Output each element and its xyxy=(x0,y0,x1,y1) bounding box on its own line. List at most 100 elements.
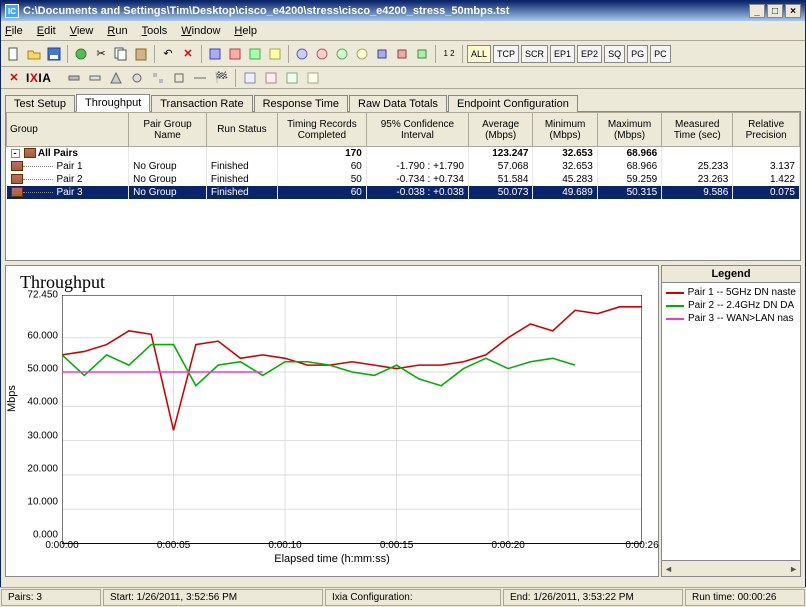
main-toolbar: ✂ ↶ ✕ 1 2 ALL TCP SCR EP1 EP2 SQ PG PC xyxy=(1,41,805,67)
status-end: End: 1/26/2011, 3:53:22 PM xyxy=(503,589,683,606)
col-header[interactable]: Timing Records Completed xyxy=(277,113,366,147)
tb2-icon-7[interactable] xyxy=(191,69,209,87)
paste-icon[interactable] xyxy=(132,45,150,63)
status-config: Ixia Configuration: xyxy=(325,589,501,606)
minimize-button[interactable]: _ xyxy=(749,4,765,18)
tb2-icon-5[interactable] xyxy=(149,69,167,87)
menu-tools[interactable]: Tools xyxy=(142,25,168,37)
table-row[interactable]: Pair 2No GroupFinished50-0.734 : +0.7345… xyxy=(7,173,800,186)
delete-icon[interactable]: ✕ xyxy=(179,45,197,63)
x-tick: 0:00:10 xyxy=(268,540,301,551)
run-icon[interactable] xyxy=(72,45,90,63)
tool-icon-6[interactable] xyxy=(313,45,331,63)
status-start: Start: 1/26/2011, 3:52:56 PM xyxy=(103,589,323,606)
legend-panel: Legend Pair 1 -- 5GHz DN naste Pair 2 -- … xyxy=(661,265,801,577)
legend-item[interactable]: Pair 1 -- 5GHz DN naste xyxy=(666,287,796,298)
maximize-button[interactable]: □ xyxy=(767,4,783,18)
x-tick: 0:00:26 xyxy=(625,540,658,551)
legend-item[interactable]: Pair 2 -- 2.4GHz DN DA xyxy=(666,300,796,311)
col-header[interactable]: 95% Confidence Interval xyxy=(366,113,468,147)
menu-window[interactable]: Window xyxy=(181,25,220,37)
tool-icon-4[interactable] xyxy=(266,45,284,63)
numbers-icon[interactable]: 1 2 xyxy=(440,45,458,63)
filter-scr-button[interactable]: SCR xyxy=(521,45,548,63)
tab-strip: Test SetupThroughputTransaction RateResp… xyxy=(1,89,805,111)
y-tick: 50.000 xyxy=(14,364,58,375)
col-header[interactable]: Maximum (Mbps) xyxy=(597,113,661,147)
copy-icon[interactable] xyxy=(112,45,130,63)
new-icon[interactable] xyxy=(5,45,23,63)
tb2-icon-flag[interactable]: 🏁 xyxy=(212,69,230,87)
tool-icon-1[interactable] xyxy=(206,45,224,63)
status-pairs: Pairs: 3 xyxy=(1,589,101,606)
tb2-icon-10[interactable] xyxy=(283,69,301,87)
filter-tcp-button[interactable]: TCP xyxy=(493,45,519,63)
results-grid: GroupPair Group NameRun StatusTiming Rec… xyxy=(5,111,801,261)
close-button[interactable]: × xyxy=(785,4,801,18)
col-header[interactable]: Relative Precision xyxy=(733,113,800,147)
tab-throughput[interactable]: Throughput xyxy=(76,94,150,112)
tab-response-time[interactable]: Response Time xyxy=(254,95,348,112)
legend-scrollbar[interactable]: ◄► xyxy=(662,560,800,576)
tool-icon-11[interactable] xyxy=(413,45,431,63)
y-tick: 60.000 xyxy=(14,331,58,342)
filter-ep2-button[interactable]: EP2 xyxy=(577,45,602,63)
table-row-all[interactable]: - All Pairs170123.24732.65368.966 xyxy=(7,147,800,161)
filter-ep1-button[interactable]: EP1 xyxy=(550,45,575,63)
tb2-icon-1[interactable] xyxy=(65,69,83,87)
table-row[interactable]: Pair 1No GroupFinished60-1.790 : +1.7905… xyxy=(7,160,800,173)
y-tick: 30.000 xyxy=(14,430,58,441)
tab-transaction-rate[interactable]: Transaction Rate xyxy=(151,95,252,112)
undo-icon[interactable]: ↶ xyxy=(159,45,177,63)
save-icon[interactable] xyxy=(45,45,63,63)
menu-run[interactable]: Run xyxy=(107,25,127,37)
stop-icon[interactable]: ✕ xyxy=(5,69,23,87)
x-tick: 0:00:20 xyxy=(491,540,524,551)
col-header[interactable]: Group xyxy=(7,113,129,147)
app-icon: IC xyxy=(5,4,19,18)
col-header[interactable]: Pair Group Name xyxy=(129,113,207,147)
y-tick: 40.000 xyxy=(14,397,58,408)
tb2-icon-4[interactable] xyxy=(128,69,146,87)
tb2-icon-3[interactable] xyxy=(107,69,125,87)
legend-title: Legend xyxy=(662,266,800,283)
col-header[interactable]: Average (Mbps) xyxy=(468,113,532,147)
status-bar: Pairs: 3 Start: 1/26/2011, 3:52:56 PM Ix… xyxy=(0,587,806,607)
cut-icon[interactable]: ✂ xyxy=(92,45,110,63)
throughput-chart: Throughput Mbps 0.00010.00020.00030.0004… xyxy=(5,265,659,577)
col-header[interactable]: Run Status xyxy=(206,113,277,147)
tool-icon-2[interactable] xyxy=(226,45,244,63)
x-axis-label: Elapsed time (h:mm:ss) xyxy=(12,553,652,565)
window-title: C:\Documents and Settings\Tim\Desktop\ci… xyxy=(23,5,747,17)
tool-icon-8[interactable] xyxy=(353,45,371,63)
menu-edit[interactable]: Edit xyxy=(37,25,56,37)
brand-logo: IXIA xyxy=(26,71,51,85)
col-header[interactable]: Measured Time (sec) xyxy=(662,113,733,147)
menu-view[interactable]: View xyxy=(70,25,94,37)
tb2-icon-2[interactable] xyxy=(86,69,104,87)
tool-icon-7[interactable] xyxy=(333,45,351,63)
tb2-icon-8[interactable] xyxy=(241,69,259,87)
tb2-icon-9[interactable] xyxy=(262,69,280,87)
tool-icon-3[interactable] xyxy=(246,45,264,63)
y-tick: 0.000 xyxy=(14,530,58,541)
tool-icon-5[interactable] xyxy=(293,45,311,63)
tab-test-setup[interactable]: Test Setup xyxy=(5,95,75,112)
legend-item[interactable]: Pair 3 -- WAN>LAN nas xyxy=(666,313,796,324)
tool-icon-10[interactable] xyxy=(393,45,411,63)
open-icon[interactable] xyxy=(25,45,43,63)
menu-file[interactable]: File xyxy=(5,25,23,37)
tab-endpoint-configuration[interactable]: Endpoint Configuration xyxy=(448,95,578,112)
status-runtime: Run time: 00:00:26 xyxy=(685,589,805,606)
filter-pc-button[interactable]: PC xyxy=(650,45,671,63)
filter-all-button[interactable]: ALL xyxy=(467,45,491,63)
col-header[interactable]: Minimum (Mbps) xyxy=(533,113,597,147)
filter-sq-button[interactable]: SQ xyxy=(604,45,625,63)
filter-pg-button[interactable]: PG xyxy=(627,45,648,63)
tool-icon-9[interactable] xyxy=(373,45,391,63)
table-row[interactable]: Pair 3No GroupFinished60-0.038 : +0.0385… xyxy=(7,186,800,199)
tb2-icon-11[interactable] xyxy=(304,69,322,87)
tab-raw-data-totals[interactable]: Raw Data Totals xyxy=(349,95,447,112)
tb2-icon-6[interactable] xyxy=(170,69,188,87)
menu-help[interactable]: Help xyxy=(234,25,257,37)
